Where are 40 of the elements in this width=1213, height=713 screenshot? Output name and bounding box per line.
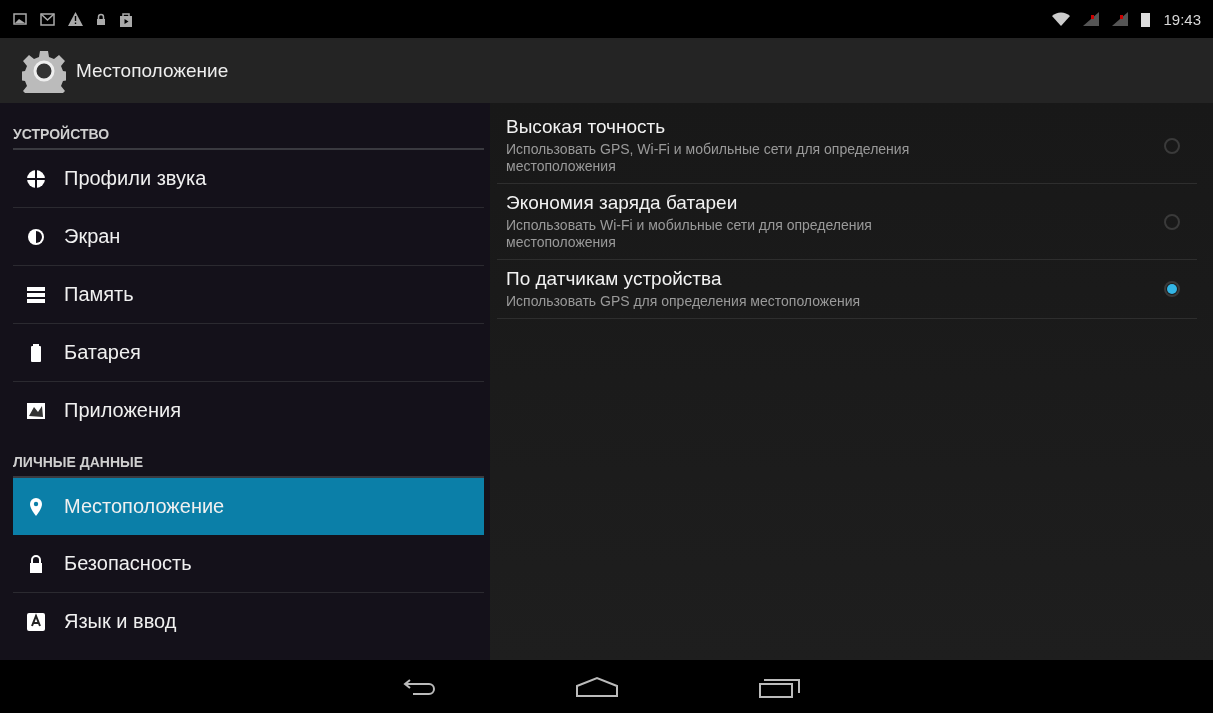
settings-item[interactable]: Приложения xyxy=(13,382,484,439)
option-title: Экономия заряда батареи xyxy=(506,192,739,214)
location-mode-option[interactable]: По датчикам устройства Использовать GPS для определения местоположения xyxy=(497,260,1197,319)
mail-icon xyxy=(40,12,55,26)
signal-icon xyxy=(1112,12,1129,26)
location-mode-option[interactable]: Высокая точность Использовать GPS, Wi-Fi и мобильные сети для определения местоположения xyxy=(497,108,1197,184)
option-title: Высокая точность xyxy=(506,116,667,138)
settings-item[interactable]: Память xyxy=(13,266,484,324)
gear-icon[interactable] xyxy=(22,48,66,93)
home-icon[interactable] xyxy=(574,675,619,698)
radio-button[interactable] xyxy=(1164,213,1180,230)
radio-button[interactable] xyxy=(1164,281,1180,297)
warning-icon xyxy=(68,12,83,26)
settings-item[interactable]: Профили звука xyxy=(13,150,484,208)
battery-icon xyxy=(1141,11,1151,27)
lock-icon xyxy=(96,13,106,25)
brightness-icon xyxy=(26,226,46,247)
shopping-bag-icon xyxy=(119,11,133,27)
back-icon[interactable] xyxy=(402,677,435,696)
option-summary: Использовать GPS для определения местоположения xyxy=(506,293,862,310)
clock-time: 19:43 xyxy=(1163,10,1201,28)
screen-title: Местоположение xyxy=(76,59,229,82)
keyboard-letter-icon xyxy=(26,611,46,632)
signal-icon xyxy=(1083,12,1100,26)
option-summary: Использовать GPS, Wi-Fi и мобильные сети для определения местоположения xyxy=(506,141,911,175)
section-header: УСТРОЙСТВО xyxy=(13,117,484,150)
settings-item[interactable]: Местоположение xyxy=(13,478,484,535)
option-title: По датчикам устройства xyxy=(506,268,723,290)
crosshair-circle-icon xyxy=(26,168,46,189)
wifi-icon xyxy=(1052,12,1071,26)
location-mode-option[interactable]: Экономия заряда батареи Использовать Wi-Fi и мобильные сети для определения местоположения xyxy=(497,184,1197,260)
settings-item[interactable]: Батарея xyxy=(13,324,484,382)
storage-icon xyxy=(26,284,46,305)
radio-button[interactable] xyxy=(1164,137,1180,154)
settings-item[interactable]: Безопасность xyxy=(13,535,484,593)
settings-item[interactable]: Язык и ввод xyxy=(13,593,484,650)
option-summary: Использовать Wi-Fi и мобильные сети для определения местоположения xyxy=(506,217,873,251)
apps-icon xyxy=(26,400,46,421)
settings-item[interactable]: Экран xyxy=(13,208,484,266)
image-icon xyxy=(13,12,27,26)
